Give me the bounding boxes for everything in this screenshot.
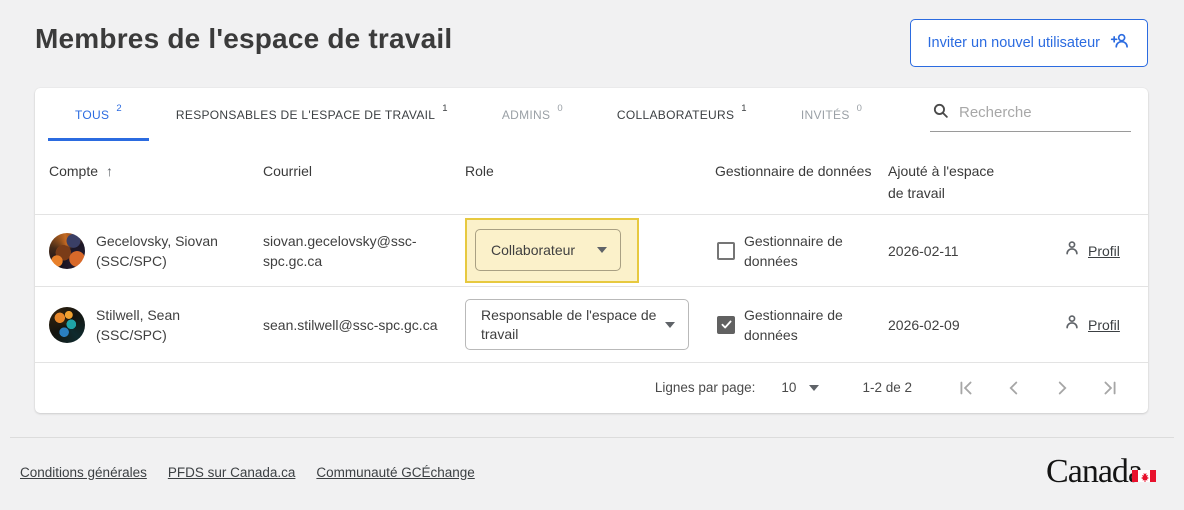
column-header-ajoute: Ajouté à l'espace de travail	[888, 163, 995, 201]
tab-collaborateurs[interactable]: COLLABORATEURS 1	[590, 88, 774, 141]
chevron-down-icon	[597, 247, 607, 253]
member-email: siovan.gecelovsky@ssc-spc.gc.ca	[263, 232, 417, 269]
tab-tous[interactable]: TOUS 2	[48, 88, 149, 141]
page-header: Membres de l'espace de travail Inviter u…	[35, 18, 1148, 78]
tab-label: INVITÉS	[800, 107, 850, 122]
footer-link-conditions[interactable]: Conditions générales	[20, 465, 147, 480]
invite-user-button[interactable]: Inviter un nouvel utilisateur	[909, 19, 1148, 67]
account-cell: Stilwell, Sean (SSC/SPC)	[49, 305, 263, 345]
member-name: Stilwell, Sean (SSC/SPC)	[96, 306, 181, 343]
person-add-icon	[1110, 31, 1130, 55]
role-dropdown[interactable]: Collaborateur	[475, 229, 621, 271]
page-title: Membres de l'espace de travail	[35, 23, 453, 54]
member-email: sean.stilwell@ssc-spc.gc.ca	[263, 316, 438, 333]
profile-cell: Profil	[1048, 239, 1134, 262]
person-icon	[1063, 239, 1081, 262]
role-cell: Collaborateur	[465, 218, 715, 283]
column-header-gestionnaire: Gestionnaire de données	[715, 163, 872, 179]
tab-count: 2	[116, 103, 122, 114]
role-highlight: Collaborateur	[465, 218, 639, 283]
search-input[interactable]	[959, 104, 1129, 121]
avatar	[49, 232, 85, 269]
tab-spacer	[889, 88, 930, 141]
tabbar: TOUS 2 RESPONSABLES DE L'ESPACE DE TRAVA…	[35, 88, 1148, 141]
tab-responsables[interactable]: RESPONSABLES DE L'ESPACE DE TRAVAIL 1	[149, 88, 475, 141]
tab-count: 1	[442, 103, 448, 114]
previous-page-button[interactable]	[990, 373, 1038, 403]
tab-label: COLLABORATEURS	[616, 107, 735, 122]
data-steward-cell: Gestionnaire de données	[715, 305, 888, 345]
profile-link[interactable]: Profil	[1088, 315, 1120, 335]
rows-per-page-select[interactable]: 10	[781, 380, 820, 395]
person-icon	[1063, 313, 1081, 336]
tab-label: TOUS	[75, 107, 110, 122]
role-cell: Responsable de l'espace de travail	[465, 299, 715, 350]
first-page-button[interactable]	[942, 373, 990, 403]
chevron-down-icon	[665, 321, 675, 328]
pager	[942, 373, 1134, 403]
footer-link-pfds[interactable]: PFDS sur Canada.ca	[168, 465, 296, 480]
column-header-courriel: Courriel	[263, 163, 313, 179]
chevron-down-icon	[809, 384, 820, 391]
avatar	[49, 306, 85, 343]
tab-count: 0	[557, 103, 563, 114]
column-header-compte[interactable]: Compte ↑	[49, 141, 263, 182]
table-row: Gecelovsky, Siovan (SSC/SPC) siovan.gece…	[35, 215, 1148, 287]
role-dropdown[interactable]: Responsable de l'espace de travail	[465, 299, 689, 350]
workspace-members-page: Membres de l'espace de travail Inviter u…	[0, 0, 1184, 510]
tab-label: ADMINS	[501, 107, 551, 122]
footer-divider	[10, 437, 1174, 438]
footer-link-gcechange[interactable]: Communauté GCÉchange	[316, 465, 474, 480]
profile-cell: Profil	[1048, 313, 1134, 336]
added-date: 2026-02-09	[888, 316, 960, 333]
tab-invites[interactable]: INVITÉS 0	[774, 88, 889, 141]
tab-label: RESPONSABLES DE L'ESPACE DE TRAVAIL	[175, 107, 436, 122]
data-steward-cell: Gestionnaire de données	[715, 231, 888, 271]
sort-ascending-icon[interactable]: ↑	[106, 163, 113, 179]
table-row: Stilwell, Sean (SSC/SPC) sean.stilwell@s…	[35, 287, 1148, 363]
search-icon	[932, 102, 949, 124]
member-name: Gecelovsky, Siovan (SSC/SPC)	[96, 232, 218, 269]
table-header: Compte ↑ Courriel Role Gestionnaire de do…	[35, 141, 1148, 215]
column-header-actions	[1048, 141, 1134, 160]
footer: Conditions générales PFDS sur Canada.ca …	[20, 455, 1156, 489]
added-date: 2026-02-11	[888, 242, 959, 259]
rows-per-page-label: Lignes par page:	[654, 380, 756, 395]
footer-links: Conditions générales PFDS sur Canada.ca …	[20, 465, 475, 480]
canada-flag-icon	[1132, 455, 1156, 489]
data-steward-checkbox[interactable]	[717, 241, 735, 260]
invite-user-button-label: Inviter un nouvel utilisateur	[927, 35, 1101, 51]
column-header-role: Role	[465, 163, 494, 179]
page-range: 1-2 de 2	[862, 380, 912, 395]
account-cell: Gecelovsky, Siovan (SSC/SPC)	[49, 231, 263, 271]
canada-wordmark: Canada	[1046, 455, 1156, 489]
last-page-button[interactable]	[1086, 373, 1134, 403]
tab-count: 0	[856, 103, 863, 114]
data-steward-checkbox[interactable]	[717, 315, 735, 334]
next-page-button[interactable]	[1038, 373, 1086, 403]
data-steward-label: Gestionnaire de données	[744, 232, 843, 269]
tab-count: 1	[741, 103, 747, 114]
profile-link[interactable]: Profil	[1088, 241, 1120, 261]
role-highlight: Responsable de l'espace de travail	[465, 299, 689, 350]
search-box[interactable]	[930, 98, 1131, 132]
members-card: TOUS 2 RESPONSABLES DE L'ESPACE DE TRAVA…	[35, 88, 1148, 413]
tab-admins[interactable]: ADMINS 0	[475, 88, 590, 141]
data-steward-label: Gestionnaire de données	[744, 306, 843, 343]
pagination-bar: Lignes par page: 10 1-2 de 2	[35, 363, 1148, 412]
